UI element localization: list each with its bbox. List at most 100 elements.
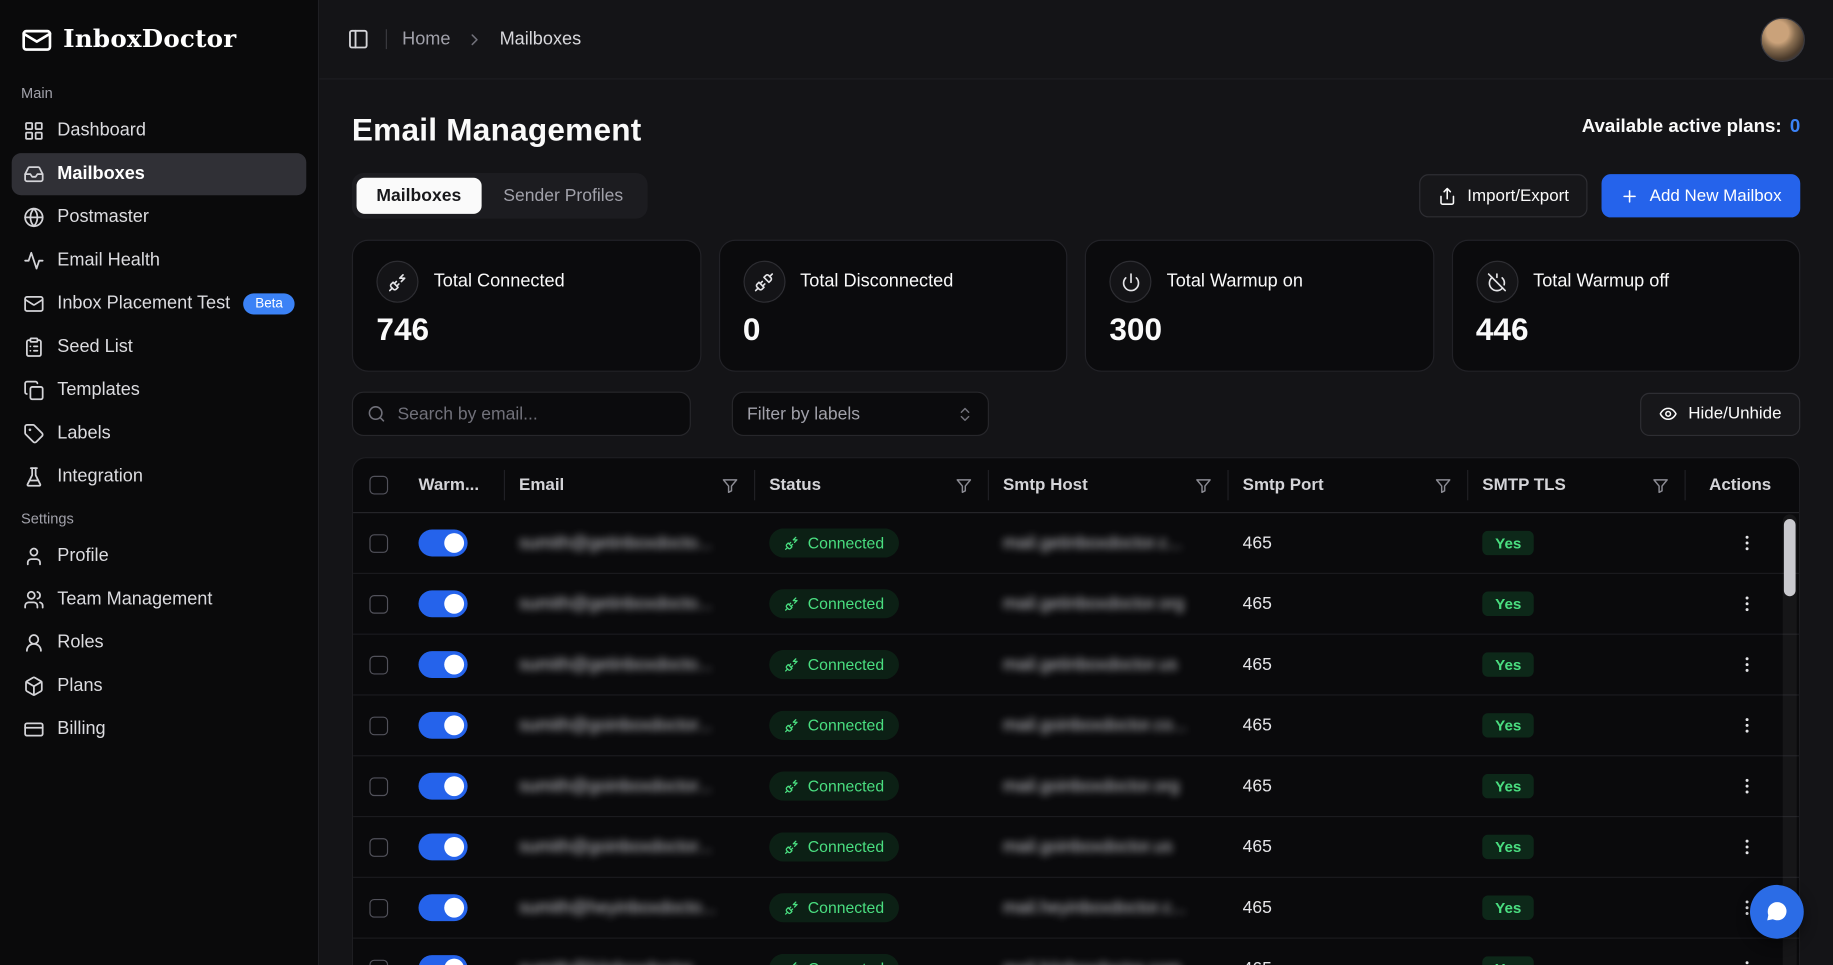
email-cell: sumith@goinboxdoctor... bbox=[505, 776, 755, 796]
row-checkbox[interactable] bbox=[369, 777, 388, 796]
table-row: sumith@getinboxdocto...Connectedmail.get… bbox=[353, 513, 1799, 574]
row-actions-button[interactable] bbox=[1732, 772, 1761, 801]
ellipsis-vertical-icon bbox=[1737, 715, 1757, 735]
warmup-toggle[interactable] bbox=[419, 530, 468, 557]
breadcrumb-home[interactable]: Home bbox=[402, 29, 450, 50]
templates-icon bbox=[23, 380, 44, 401]
row-checkbox[interactable] bbox=[369, 655, 388, 674]
filter-funnel-icon[interactable] bbox=[1434, 476, 1452, 494]
sidebar-item-inbox-placement-test[interactable]: Inbox Placement Test Beta bbox=[12, 283, 307, 325]
column-header-smtp-tls: SMTP TLS bbox=[1468, 470, 1685, 500]
row-checkbox[interactable] bbox=[369, 534, 388, 553]
sidebar-item-dashboard[interactable]: Dashboard bbox=[12, 110, 307, 152]
sidebar-item-plans[interactable]: Plans bbox=[12, 665, 307, 707]
users-icon bbox=[23, 589, 44, 610]
column-header-email: Email bbox=[505, 470, 755, 500]
row-actions-button[interactable] bbox=[1732, 650, 1761, 679]
sidebar-item-templates[interactable]: Templates bbox=[12, 369, 307, 411]
sidebar-item-label: Seed List bbox=[57, 337, 133, 358]
row-actions-button[interactable] bbox=[1732, 954, 1761, 965]
stat-value: 300 bbox=[1109, 314, 1409, 350]
sidebar-item-label: Team Management bbox=[57, 589, 212, 610]
app-root: InboxDoctor MainDashboardMailboxesPostma… bbox=[0, 0, 1833, 965]
plug-icon bbox=[784, 596, 799, 611]
filter-funnel-icon[interactable] bbox=[1652, 476, 1670, 494]
email-cell: sumith@getinboxdocto... bbox=[505, 655, 755, 675]
filter-by-labels-select[interactable]: Filter by labels bbox=[732, 392, 989, 436]
row-checkbox[interactable] bbox=[369, 838, 388, 857]
hide-unhide-button[interactable]: Hide/Unhide bbox=[1640, 392, 1800, 435]
sidebar-item-mailboxes[interactable]: Mailboxes bbox=[12, 153, 307, 195]
warmup-toggle[interactable] bbox=[419, 773, 468, 800]
stat-label: Total Connected bbox=[434, 271, 565, 292]
chevron-right-icon bbox=[466, 30, 485, 49]
warmup-toggle[interactable] bbox=[419, 590, 468, 617]
tab-sender-profiles[interactable]: Sender Profiles bbox=[483, 178, 643, 214]
warmup-toggle[interactable] bbox=[419, 955, 468, 965]
warmup-toggle[interactable] bbox=[419, 894, 468, 921]
smtp-port-cell: 465 bbox=[1229, 776, 1469, 796]
filter-funnel-icon[interactable] bbox=[721, 476, 739, 494]
row-checkbox[interactable] bbox=[369, 959, 388, 965]
sidebar-toggle-icon[interactable] bbox=[347, 27, 370, 50]
row-actions-button[interactable] bbox=[1732, 528, 1761, 557]
filter-funnel-icon[interactable] bbox=[955, 476, 973, 494]
hide-unhide-label: Hide/Unhide bbox=[1688, 404, 1781, 423]
logo: InboxDoctor bbox=[12, 16, 307, 59]
select-all-checkbox[interactable] bbox=[369, 476, 388, 495]
tab-mailboxes[interactable]: Mailboxes bbox=[357, 178, 482, 214]
table-row: sumith@goinboxdoctor...Connectedmail.goi… bbox=[353, 756, 1799, 817]
warmup-toggle[interactable] bbox=[419, 712, 468, 739]
smtp-port-cell: 465 bbox=[1229, 715, 1469, 735]
warmup-toggle[interactable] bbox=[419, 833, 468, 860]
sidebar-item-team-management[interactable]: Team Management bbox=[12, 579, 307, 621]
row-actions-button[interactable] bbox=[1732, 832, 1761, 861]
stat-label: Total Disconnected bbox=[800, 271, 953, 292]
row-checkbox[interactable] bbox=[369, 898, 388, 917]
sidebar-item-billing[interactable]: Billing bbox=[12, 708, 307, 750]
row-actions-button[interactable] bbox=[1732, 589, 1761, 618]
row-actions-button[interactable] bbox=[1732, 711, 1761, 740]
page-title: Email Management bbox=[352, 112, 642, 148]
stat-label: Total Warmup off bbox=[1533, 271, 1669, 292]
sidebar-item-label: Mailboxes bbox=[57, 164, 145, 185]
beta-badge: Beta bbox=[244, 293, 295, 314]
avatar[interactable] bbox=[1761, 17, 1805, 61]
import-export-button[interactable]: Import/Export bbox=[1419, 174, 1587, 217]
sidebar-item-label: Integration bbox=[57, 466, 143, 487]
email-cell: sumith@hiinboxdoctor... bbox=[505, 959, 755, 965]
chat-widget-button[interactable] bbox=[1750, 884, 1804, 938]
sidebar-item-labels[interactable]: Labels bbox=[12, 413, 307, 455]
table-scrollbar-thumb[interactable] bbox=[1784, 519, 1796, 596]
smtp-port-cell: 465 bbox=[1229, 837, 1469, 857]
sidebar-item-seed-list[interactable]: Seed List bbox=[12, 326, 307, 368]
smtp-host-cell: mail.getinboxdoctor.c... bbox=[989, 533, 1229, 553]
smtp-host-cell: mail.goinboxdoctor.us bbox=[989, 837, 1229, 857]
plug-icon bbox=[784, 839, 799, 854]
flask-icon bbox=[23, 466, 44, 487]
plug-icon bbox=[376, 261, 418, 303]
plus-icon bbox=[1620, 186, 1639, 205]
search-input[interactable] bbox=[397, 404, 675, 424]
tablist: Mailboxes Sender Profiles bbox=[352, 173, 648, 219]
search-box bbox=[352, 392, 691, 436]
stat-value: 0 bbox=[743, 314, 1043, 350]
filter-funnel-icon[interactable] bbox=[1195, 476, 1213, 494]
search-icon bbox=[367, 404, 386, 423]
warmup-toggle[interactable] bbox=[419, 651, 468, 678]
app-title: InboxDoctor bbox=[63, 23, 236, 52]
stat-value: 746 bbox=[376, 314, 676, 350]
add-new-mailbox-button[interactable]: Add New Mailbox bbox=[1602, 174, 1801, 217]
sidebar-item-label: Inbox Placement Test bbox=[57, 293, 230, 314]
ellipsis-vertical-icon bbox=[1737, 959, 1757, 965]
column-header-warmup: Warm... bbox=[404, 470, 505, 500]
sidebar-item-integration[interactable]: Integration bbox=[12, 456, 307, 498]
sidebar-item-profile[interactable]: Profile bbox=[12, 535, 307, 577]
row-checkbox[interactable] bbox=[369, 716, 388, 735]
sidebar-item-postmaster[interactable]: Postmaster bbox=[12, 196, 307, 238]
sidebar-item-email-health[interactable]: Email Health bbox=[12, 240, 307, 282]
sidebar-item-roles[interactable]: Roles bbox=[12, 622, 307, 664]
globe-icon bbox=[23, 207, 44, 228]
smtp-host-cell: mail.hiinboxdoctor.com bbox=[989, 959, 1229, 965]
row-checkbox[interactable] bbox=[369, 594, 388, 613]
